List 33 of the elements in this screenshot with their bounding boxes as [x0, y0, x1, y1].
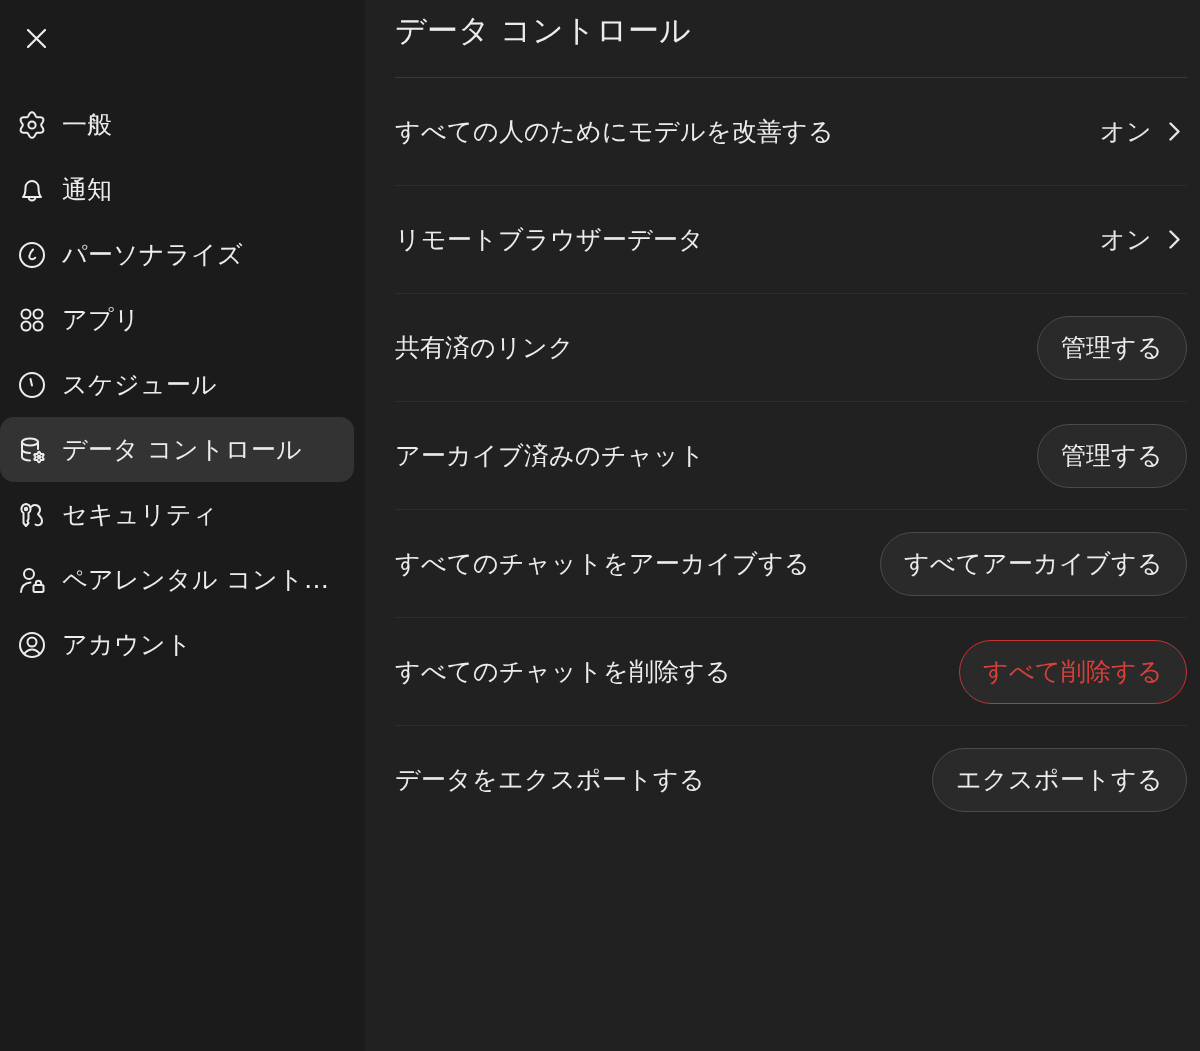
close-icon[interactable] — [27, 29, 46, 48]
sidebar-item[interactable]: 一般 — [0, 92, 354, 157]
sidebar-item[interactable]: パーソナライズ — [0, 222, 354, 287]
clock-icon — [18, 370, 46, 399]
sidebar-item[interactable]: ペアレンタル コント… — [0, 547, 354, 612]
setting-label: すべてのチャットを削除する — [395, 656, 731, 688]
setting-value-button[interactable]: オン — [1100, 223, 1187, 256]
setting-label: アーカイブ済みのチャット — [395, 440, 705, 472]
setting-value-button[interactable]: オン — [1100, 115, 1187, 148]
sidebar-item[interactable]: アカウント — [0, 612, 354, 677]
sidebar-item[interactable]: アプリ — [0, 287, 354, 352]
setting-label: リモートブラウザーデータ — [395, 224, 704, 256]
setting-label: すべての人のためにモデルを改善する — [395, 116, 834, 148]
key-icon — [18, 500, 46, 529]
chevron-right-icon — [1169, 230, 1180, 249]
setting-label: 共有済のリンク — [395, 332, 574, 364]
setting-label: データをエクスポートする — [395, 764, 705, 796]
action-button[interactable]: 管理する — [1037, 423, 1187, 488]
action-button[interactable]: すべてアーカイブする — [880, 531, 1187, 596]
person-lock-icon — [18, 565, 46, 594]
database-gear-icon — [18, 435, 46, 464]
sidebar-item[interactable]: セキュリティ — [0, 482, 354, 547]
action-button[interactable]: エクスポートする — [932, 747, 1187, 812]
hook-circle-icon — [18, 240, 46, 269]
setting-label: すべてのチャットをアーカイブする — [395, 548, 810, 580]
chevron-right-icon — [1169, 122, 1180, 141]
user-circle-icon — [18, 630, 46, 659]
action-button[interactable]: 管理する — [1037, 315, 1187, 380]
sidebar-item[interactable]: 通知 — [0, 157, 354, 222]
page-title: データ コントロール — [395, 11, 691, 50]
sidebar-item[interactable]: データ コントロール — [0, 417, 354, 482]
gear-icon — [18, 110, 46, 139]
sidebar-item[interactable]: スケジュール — [0, 352, 354, 417]
